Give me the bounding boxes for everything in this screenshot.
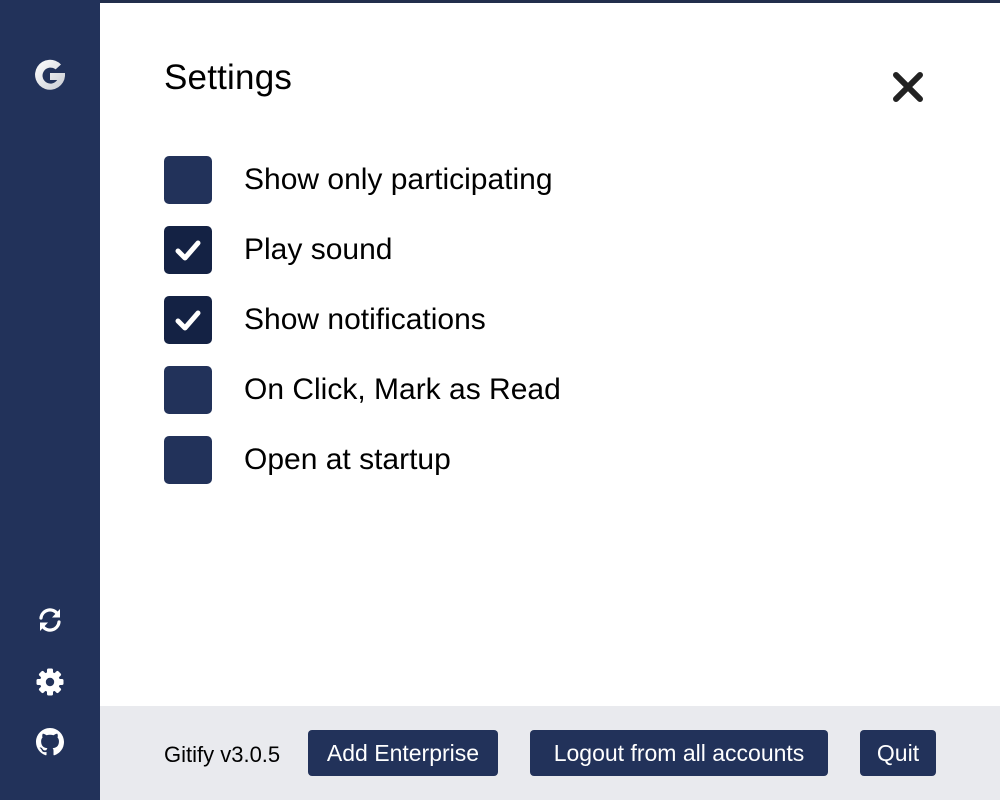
checkbox-show-notifications[interactable]	[164, 296, 212, 344]
option-play-sound[interactable]: Play sound	[164, 226, 392, 274]
version-label: Gitify v3.0.5	[164, 742, 281, 767]
option-label: On Click, Mark as Read	[244, 373, 561, 406]
option-show-notifications[interactable]: Show notifications	[164, 296, 486, 344]
option-label: Open at startup	[244, 443, 451, 476]
check-icon	[175, 310, 201, 331]
option-label: Play sound	[244, 233, 393, 266]
option-show-only-participating[interactable]: Show only participating	[164, 156, 553, 204]
github-icon[interactable]	[34, 726, 66, 758]
option-label: Show notifications	[244, 303, 486, 336]
check-icon	[175, 240, 201, 261]
app-window: Settings Show only participating Play so…	[0, 0, 1000, 800]
close-button[interactable]	[886, 65, 930, 109]
settings-panel: Settings Show only participating Play so…	[100, 3, 1000, 706]
quit-button[interactable]: Quit	[860, 730, 936, 776]
page-title: Settings	[164, 58, 293, 97]
checkbox-mark-as-read[interactable]	[164, 366, 212, 414]
sidebar	[0, 0, 100, 800]
option-open-at-startup[interactable]: Open at startup	[164, 436, 451, 484]
checkbox-open-at-startup[interactable]	[164, 436, 212, 484]
refresh-icon[interactable]	[34, 604, 66, 636]
add-enterprise-button[interactable]: Add Enterprise	[308, 730, 498, 776]
gitify-logo-icon[interactable]	[30, 56, 70, 96]
logout-button[interactable]: Logout from all accounts	[530, 730, 828, 776]
option-mark-as-read[interactable]: On Click, Mark as Read	[164, 366, 561, 414]
option-label: Show only participating	[244, 163, 553, 196]
checkbox-show-only-participating[interactable]	[164, 156, 212, 204]
footer: Gitify v3.0.5 Add Enterprise Logout from…	[100, 706, 1000, 800]
checkbox-play-sound[interactable]	[164, 226, 212, 274]
gear-icon[interactable]	[34, 666, 66, 698]
close-icon	[893, 72, 923, 102]
